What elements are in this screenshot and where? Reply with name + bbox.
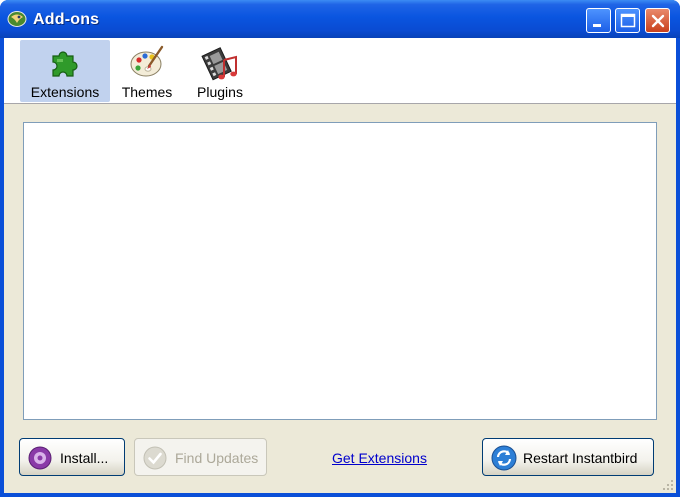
resize-grip-icon[interactable]: [662, 479, 674, 491]
install-gear-icon: [28, 446, 52, 470]
minimize-icon: [593, 24, 601, 27]
window-title: Add-ons: [33, 11, 100, 28]
addons-window: Add-ons Extensions Themes Plugins Instal…: [0, 0, 680, 497]
install-button[interactable]: Install...: [19, 438, 125, 476]
close-button[interactable]: [645, 8, 670, 33]
category-toolbar: Extensions Themes Plugins: [4, 38, 676, 104]
tab-plugins[interactable]: Plugins: [188, 40, 252, 102]
puzzle-piece-icon: [52, 51, 78, 77]
extensions-list[interactable]: [23, 122, 657, 420]
paint-palette-icon: [130, 45, 164, 77]
film-music-icon: [201, 47, 237, 81]
tab-themes-label: Themes: [121, 84, 173, 100]
restart-button-label: Restart Instantbird: [523, 450, 638, 466]
tab-plugins-label: Plugins: [197, 84, 243, 100]
tab-themes[interactable]: Themes: [115, 40, 179, 102]
tab-extensions-label: Extensions: [30, 84, 100, 100]
window-body: Extensions Themes Plugins Install... Fin…: [4, 38, 676, 493]
find-updates-label: Find Updates: [175, 450, 259, 466]
minimize-button[interactable]: [586, 8, 611, 33]
maximize-button[interactable]: [615, 8, 640, 33]
tab-extensions[interactable]: Extensions: [20, 40, 110, 102]
restart-button[interactable]: Restart Instantbird: [482, 438, 654, 476]
checkmark-icon: [143, 446, 167, 470]
title-bar[interactable]: Add-ons: [0, 0, 680, 38]
find-updates-button[interactable]: Find Updates: [134, 438, 267, 476]
refresh-icon: [491, 445, 517, 471]
install-button-label: Install...: [60, 450, 109, 466]
maximize-icon: [620, 13, 636, 28]
get-extensions-link[interactable]: Get Extensions: [332, 450, 427, 466]
app-icon: [7, 11, 27, 27]
close-icon: [651, 14, 665, 28]
